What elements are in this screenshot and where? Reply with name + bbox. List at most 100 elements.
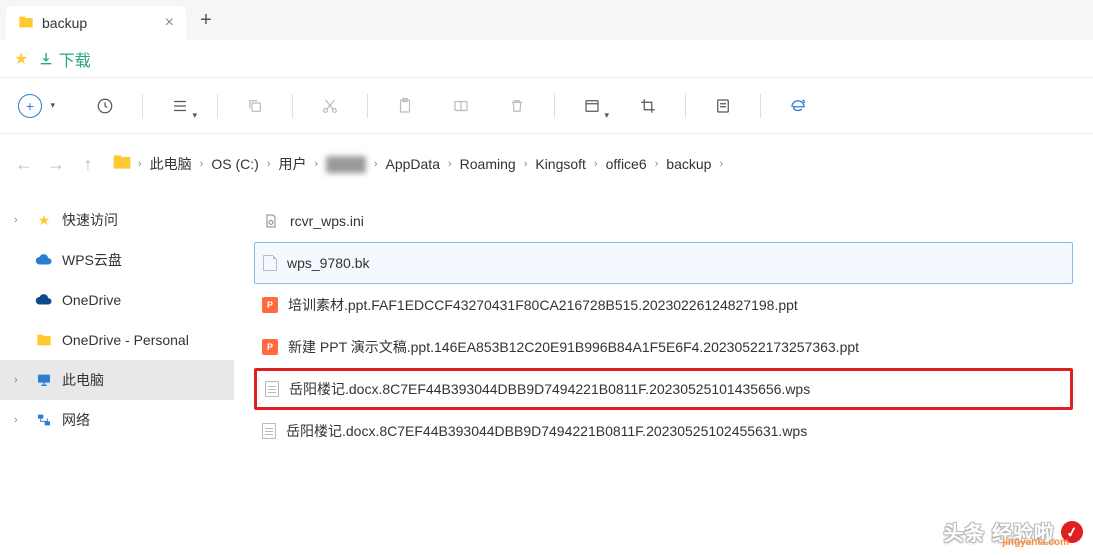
- history-button[interactable]: [86, 87, 124, 125]
- separator: [760, 94, 761, 118]
- watermark-sub: jingyanla.com: [1002, 537, 1069, 548]
- star-icon[interactable]: ★: [14, 49, 28, 69]
- file-name: wps_9780.bk: [287, 255, 370, 271]
- crumb-os[interactable]: OS (C:): [209, 154, 260, 174]
- chevron-right-icon: ›: [719, 158, 723, 170]
- chevron-right-icon: ›: [448, 158, 452, 170]
- star-icon: ★: [34, 212, 54, 229]
- separator: [685, 94, 686, 118]
- folder-icon: [112, 152, 132, 177]
- toolbar: +▾ ▾ ▾: [0, 78, 1093, 134]
- file-row[interactable]: 岳阳楼记.docx.8C7EF44B393044DBB9D7494221B081…: [254, 410, 1073, 452]
- cloud-icon: [34, 291, 54, 309]
- crumb-kingsoft[interactable]: Kingsoft: [533, 154, 588, 174]
- file-row-highlighted[interactable]: 岳阳楼记.docx.8C7EF44B393044DBB9D7494221B081…: [254, 368, 1073, 410]
- sidebar-item-label: OneDrive - Personal: [62, 332, 189, 348]
- bookmark-bar: ★ 下载: [0, 40, 1093, 78]
- chevron-right-icon: ›: [314, 158, 318, 170]
- chevron-right-icon: ›: [14, 214, 26, 226]
- file-row[interactable]: P 培训素材.ppt.FAF1EDCCF43270431F80CA216728B…: [254, 284, 1073, 326]
- file-row[interactable]: wps_9780.bk: [254, 242, 1073, 284]
- ppt-file-icon: P: [262, 339, 278, 355]
- download-bookmark[interactable]: 下载: [38, 47, 90, 71]
- sidebar-item-wpscloud[interactable]: WPS云盘: [0, 240, 234, 280]
- delete-button[interactable]: [498, 87, 536, 125]
- crumb-appdata[interactable]: AppData: [384, 154, 442, 174]
- chevron-right-icon: ›: [594, 158, 598, 170]
- nav-arrows: ← → ↑: [14, 154, 98, 175]
- new-button[interactable]: +▾: [18, 94, 42, 118]
- crumb-roaming[interactable]: Roaming: [458, 154, 518, 174]
- chevron-right-icon: ›: [200, 158, 204, 170]
- crumb-backup[interactable]: backup: [664, 154, 713, 174]
- nav-back[interactable]: ←: [14, 154, 34, 175]
- watermark: 头条 经验啦 ✓ jingyanla.com: [943, 517, 1083, 546]
- ie-button[interactable]: [779, 87, 817, 125]
- sidebar-item-label: 快速访问: [62, 210, 118, 230]
- crop-button[interactable]: [629, 87, 667, 125]
- chevron-right-icon: ›: [267, 158, 271, 170]
- separator: [367, 94, 368, 118]
- ini-file-icon: [262, 212, 280, 230]
- close-icon[interactable]: ×: [165, 14, 174, 32]
- crumb-office6[interactable]: office6: [604, 154, 649, 174]
- network-icon: [34, 412, 54, 428]
- file-name: 岳阳楼记.docx.8C7EF44B393044DBB9D7494221B081…: [289, 379, 810, 399]
- sidebar: › ★ 快速访问 WPS云盘 OneDrive OneDrive - Perso…: [0, 194, 234, 556]
- sidebar-item-label: 此电脑: [62, 370, 104, 390]
- copy-button[interactable]: [236, 87, 274, 125]
- sidebar-item-label: WPS云盘: [62, 250, 122, 270]
- sidebar-item-label: OneDrive: [62, 292, 121, 308]
- bk-file-icon: [263, 255, 277, 271]
- window-button[interactable]: ▾: [573, 87, 611, 125]
- monitor-icon: [34, 372, 54, 388]
- tab-bar: backup × +: [0, 0, 1093, 40]
- sidebar-item-thispc[interactable]: › 此电脑: [0, 360, 234, 400]
- new-tab-button[interactable]: +: [190, 4, 222, 36]
- separator: [217, 94, 218, 118]
- main-area: › ★ 快速访问 WPS云盘 OneDrive OneDrive - Perso…: [0, 194, 1093, 556]
- separator: [292, 94, 293, 118]
- file-row[interactable]: rcvr_wps.ini: [254, 200, 1073, 242]
- chevron-right-icon: ›: [138, 158, 142, 170]
- file-row[interactable]: P 新建 PPT 演示文稿.ppt.146EA853B12C20E91B996B…: [254, 326, 1073, 368]
- chevron-right-icon: ›: [14, 374, 26, 386]
- sidebar-item-network[interactable]: › 网络: [0, 400, 234, 440]
- nav-forward[interactable]: →: [46, 154, 66, 175]
- cloud-icon: [34, 251, 54, 269]
- view-button[interactable]: ▾: [161, 87, 199, 125]
- chevron-right-icon: ›: [655, 158, 659, 170]
- sidebar-item-onedrive[interactable]: OneDrive: [0, 280, 234, 320]
- file-name: rcvr_wps.ini: [290, 213, 364, 229]
- tab-title: backup: [42, 15, 87, 31]
- crumb-users[interactable]: 用户: [276, 152, 308, 176]
- folder-icon: [34, 332, 54, 348]
- doc-file-icon: [262, 423, 276, 439]
- chevron-right-icon: ›: [14, 414, 26, 426]
- sidebar-item-quickaccess[interactable]: › ★ 快速访问: [0, 200, 234, 240]
- tab-backup[interactable]: backup ×: [6, 6, 186, 40]
- properties-button[interactable]: [704, 87, 742, 125]
- doc-file-icon: [265, 381, 279, 397]
- file-name: 新建 PPT 演示文稿.ppt.146EA853B12C20E91B996B84…: [288, 337, 859, 357]
- breadcrumb[interactable]: › 此电脑 › OS (C:) › 用户 › ████ › AppData › …: [112, 152, 1079, 177]
- file-name: 培训素材.ppt.FAF1EDCCF43270431F80CA216728B51…: [288, 295, 798, 315]
- separator: [554, 94, 555, 118]
- nav-row: ← → ↑ › 此电脑 › OS (C:) › 用户 › ████ › AppD…: [0, 134, 1093, 194]
- crumb-username[interactable]: ████: [324, 154, 368, 174]
- folder-icon: [18, 14, 34, 33]
- cut-button[interactable]: [311, 87, 349, 125]
- sidebar-item-label: 网络: [62, 410, 90, 430]
- file-name: 岳阳楼记.docx.8C7EF44B393044DBB9D7494221B081…: [286, 421, 807, 441]
- ppt-file-icon: P: [262, 297, 278, 313]
- file-list: rcvr_wps.ini wps_9780.bk P 培训素材.ppt.FAF1…: [234, 194, 1093, 556]
- download-label: 下载: [59, 47, 91, 71]
- rename-button[interactable]: [442, 87, 480, 125]
- crumb-thispc[interactable]: 此电脑: [148, 152, 194, 176]
- paste-button[interactable]: [386, 87, 424, 125]
- nav-up[interactable]: ↑: [78, 154, 98, 175]
- sidebar-item-onedrive-personal[interactable]: OneDrive - Personal: [0, 320, 234, 360]
- chevron-right-icon: ›: [524, 158, 528, 170]
- chevron-right-icon: ›: [374, 158, 378, 170]
- separator: [142, 94, 143, 118]
